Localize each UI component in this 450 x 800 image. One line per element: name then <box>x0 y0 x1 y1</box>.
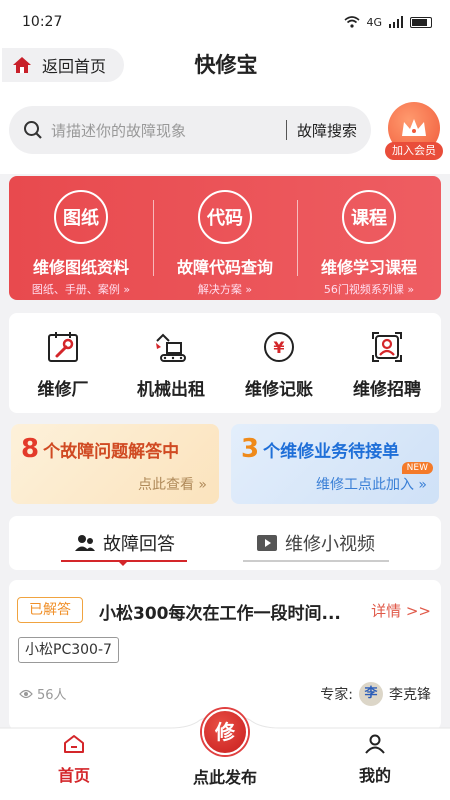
expert-label: 专家: <box>320 687 353 703</box>
new-badge: NEW <box>401 462 433 474</box>
banner-drawings[interactable]: 图纸 维修图纸资料 图纸、手册、案例 » <box>9 176 153 300</box>
search-area: 请描述你的故障现象 故障搜索 加入会员 <box>0 84 450 174</box>
banner-subtitle: 56门视频系列课 » <box>323 283 415 296</box>
nav-mine[interactable]: 我的 <box>330 734 420 786</box>
detail-link[interactable]: 详情 >> <box>371 600 431 621</box>
signal-icon <box>389 16 403 28</box>
tab-repair-videos[interactable]: 维修小视频 <box>257 530 375 556</box>
join-vip-label: 加入会员 <box>385 142 443 160</box>
eye-icon <box>19 689 33 698</box>
view-count-value: 56人 <box>37 688 67 703</box>
pending-orders-card[interactable]: 3 个维修业务待接单 NEW 维修工点此加入 » <box>231 424 439 504</box>
search-bar[interactable]: 请描述你的故障现象 故障搜索 <box>9 106 371 154</box>
view-questions-link[interactable]: 点此查看 » <box>138 474 207 494</box>
tab-label: 维修小视频 <box>285 534 375 555</box>
promo-count: 8 <box>21 434 40 464</box>
expert-name: 李克锋 <box>389 687 431 703</box>
tab-fault-answers[interactable]: 故障回答 <box>75 530 175 556</box>
drawings-icon: 图纸 <box>54 190 108 244</box>
network-label: 4G <box>366 15 382 29</box>
quick-label: 维修招聘 <box>353 380 421 400</box>
quick-item-recruitment[interactable]: 维修招聘 <box>333 313 441 413</box>
users-icon <box>75 535 95 551</box>
banner-fault-codes[interactable]: 代码 故障代码查询 解决方案 » <box>153 176 297 300</box>
yuan-coin-icon: ¥ <box>264 332 294 362</box>
back-home-label: 返回首页 <box>42 57 107 76</box>
expert-info[interactable]: 专家: 李 李克锋 <box>320 682 431 706</box>
promo-headline: 8 个故障问题解答中 <box>21 434 179 464</box>
promo-headline: 3 个维修业务待接单 <box>241 434 399 464</box>
status-badge: 已解答 <box>17 597 83 623</box>
content-tabs: 故障回答 维修小视频 <box>9 516 441 570</box>
question-title[interactable]: 小松300每次在工作一段时间... <box>99 599 341 624</box>
join-vip-button[interactable]: 加入会员 <box>385 102 443 160</box>
quick-label: 维修记账 <box>245 380 313 400</box>
active-tab-caret <box>117 560 129 566</box>
bottom-nav: 首页 修 点此发布 我的 <box>0 709 450 800</box>
quick-item-bookkeeping[interactable]: ¥ 维修记账 <box>225 313 333 413</box>
back-home-button[interactable]: 返回首页 <box>2 48 124 82</box>
view-count: 56人 <box>19 684 67 703</box>
quick-item-machine-rental[interactable]: 机械出租 <box>117 313 225 413</box>
publish-button[interactable]: 修 <box>202 709 248 755</box>
quick-label: 机械出租 <box>137 380 205 400</box>
nav-publish-label: 点此发布 <box>192 768 257 787</box>
nav-mine-label: 我的 <box>358 766 391 785</box>
code-icon: 代码 <box>198 190 252 244</box>
banner-title: 故障代码查询 <box>176 258 273 277</box>
inactive-tab-indicator <box>243 560 389 562</box>
status-icons: 4G <box>344 16 432 29</box>
question-card[interactable]: 已解答 小松300每次在工作一段时间... 详情 >> 小松PC300-7 56… <box>9 580 441 730</box>
battery-icon <box>410 16 432 28</box>
banner-title: 维修学习课程 <box>320 258 417 277</box>
course-icon: 课程 <box>342 190 396 244</box>
quick-menu: 维修厂 机械出租 ¥ 维修记账 维修招聘 <box>9 313 441 413</box>
user-icon <box>365 734 385 754</box>
machine-model-tag: 小松PC300-7 <box>18 637 119 663</box>
search-button[interactable]: 故障搜索 <box>287 120 371 141</box>
banner-courses[interactable]: 课程 维修学习课程 56门视频系列课 » <box>297 176 441 300</box>
excavator-icon <box>156 333 186 362</box>
wrench-calendar-icon <box>48 332 78 362</box>
status-time: 10:27 <box>22 14 63 30</box>
svg-text:¥: ¥ <box>273 338 284 357</box>
home-icon <box>13 57 31 73</box>
status-bar: 10:27 4G <box>0 0 450 44</box>
join-as-mechanic-link[interactable]: 维修工点此加入 » <box>316 474 427 494</box>
quick-label: 维修厂 <box>37 380 89 400</box>
recruit-person-icon <box>372 332 402 362</box>
promo-text: 个维修业务待接单 <box>263 442 400 462</box>
tab-label: 故障回答 <box>103 534 175 555</box>
nav-home[interactable]: 首页 <box>29 734 119 786</box>
wifi-icon <box>344 16 360 28</box>
home-outline-icon <box>64 735 84 753</box>
quick-item-repair-shop[interactable]: 维修厂 <box>9 313 117 413</box>
banner-subtitle: 图纸、手册、案例 » <box>31 283 131 296</box>
nav-home-label: 首页 <box>57 766 90 785</box>
banner-subtitle: 解决方案 » <box>197 283 253 296</box>
video-icon <box>257 535 277 551</box>
pending-questions-card[interactable]: 8 个故障问题解答中 点此查看 » <box>11 424 219 504</box>
promo-count: 3 <box>241 434 260 464</box>
search-icon <box>24 121 42 139</box>
avatar: 李 <box>359 682 383 706</box>
search-input[interactable]: 请描述你的故障现象 <box>43 120 286 141</box>
service-banner: 图纸 维修图纸资料 图纸、手册、案例 » 代码 故障代码查询 解决方案 » 课程… <box>9 176 441 300</box>
promo-text: 个故障问题解答中 <box>43 442 180 462</box>
top-bar: 返回首页 快修宝 <box>0 44 450 84</box>
banner-title: 维修图纸资料 <box>32 258 129 277</box>
